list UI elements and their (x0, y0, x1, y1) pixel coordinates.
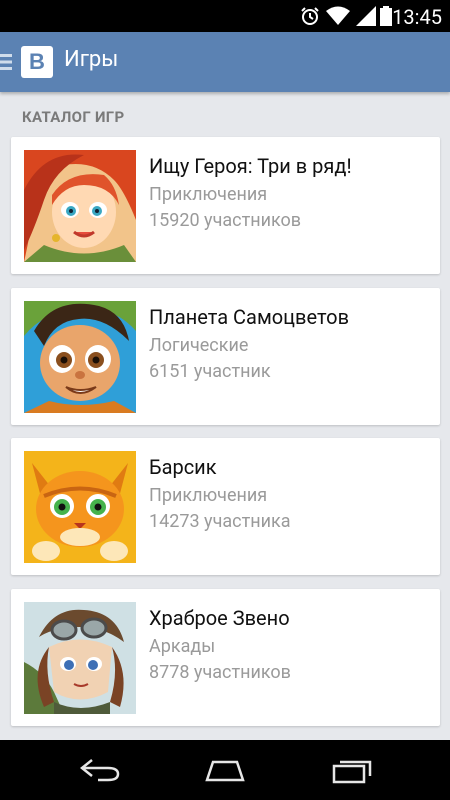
game-players: 14273 участника (149, 511, 291, 532)
game-card[interactable]: Ищу Героя: Три в ряд! Приключения 15920 … (11, 137, 440, 274)
screen: 13:45 В Игры КАТАЛОГ ИГР Ищу Героя: Три … (0, 0, 450, 800)
section-title: КАТАЛОГ ИГР (22, 108, 125, 126)
game-card[interactable]: Барсик Приключения 14273 участника (11, 438, 440, 575)
game-card[interactable]: Храброе Звено Аркады 8778 участников (11, 589, 440, 726)
game-genre: Приключения (149, 184, 268, 205)
game-genre: Аркады (149, 636, 216, 657)
app-bar: В Игры (0, 32, 450, 92)
back-icon[interactable] (78, 756, 122, 784)
page-title: Игры (64, 47, 119, 72)
game-genre: Логические (149, 335, 249, 356)
game-players: 8778 участников (149, 662, 291, 683)
game-thumbnail (24, 301, 136, 413)
game-thumbnail (24, 602, 136, 714)
vk-logo[interactable]: В (21, 46, 53, 78)
battery-icon (380, 6, 392, 26)
game-players: 15920 участников (149, 210, 302, 231)
home-icon[interactable] (203, 756, 247, 784)
game-title: Храброе Звено (149, 606, 290, 630)
game-card[interactable]: Планета Самоцветов Логические 6151 участ… (11, 288, 440, 425)
menu-icon[interactable] (0, 53, 12, 71)
game-title: Планета Самоцветов (149, 305, 350, 329)
game-title: Ищу Героя: Три в ряд! (149, 154, 352, 178)
game-genre: Приключения (149, 485, 268, 506)
alarm-icon (301, 7, 319, 25)
game-players: 6151 участник (149, 361, 271, 382)
game-thumbnail (24, 451, 136, 563)
game-title: Барсик (149, 455, 217, 479)
signal-icon (356, 6, 376, 26)
status-bar: 13:45 (0, 0, 450, 32)
navigation-bar (0, 740, 450, 800)
game-thumbnail (24, 150, 136, 262)
recents-icon[interactable] (330, 756, 374, 784)
wifi-icon (326, 6, 350, 25)
status-time: 13:45 (392, 5, 442, 29)
